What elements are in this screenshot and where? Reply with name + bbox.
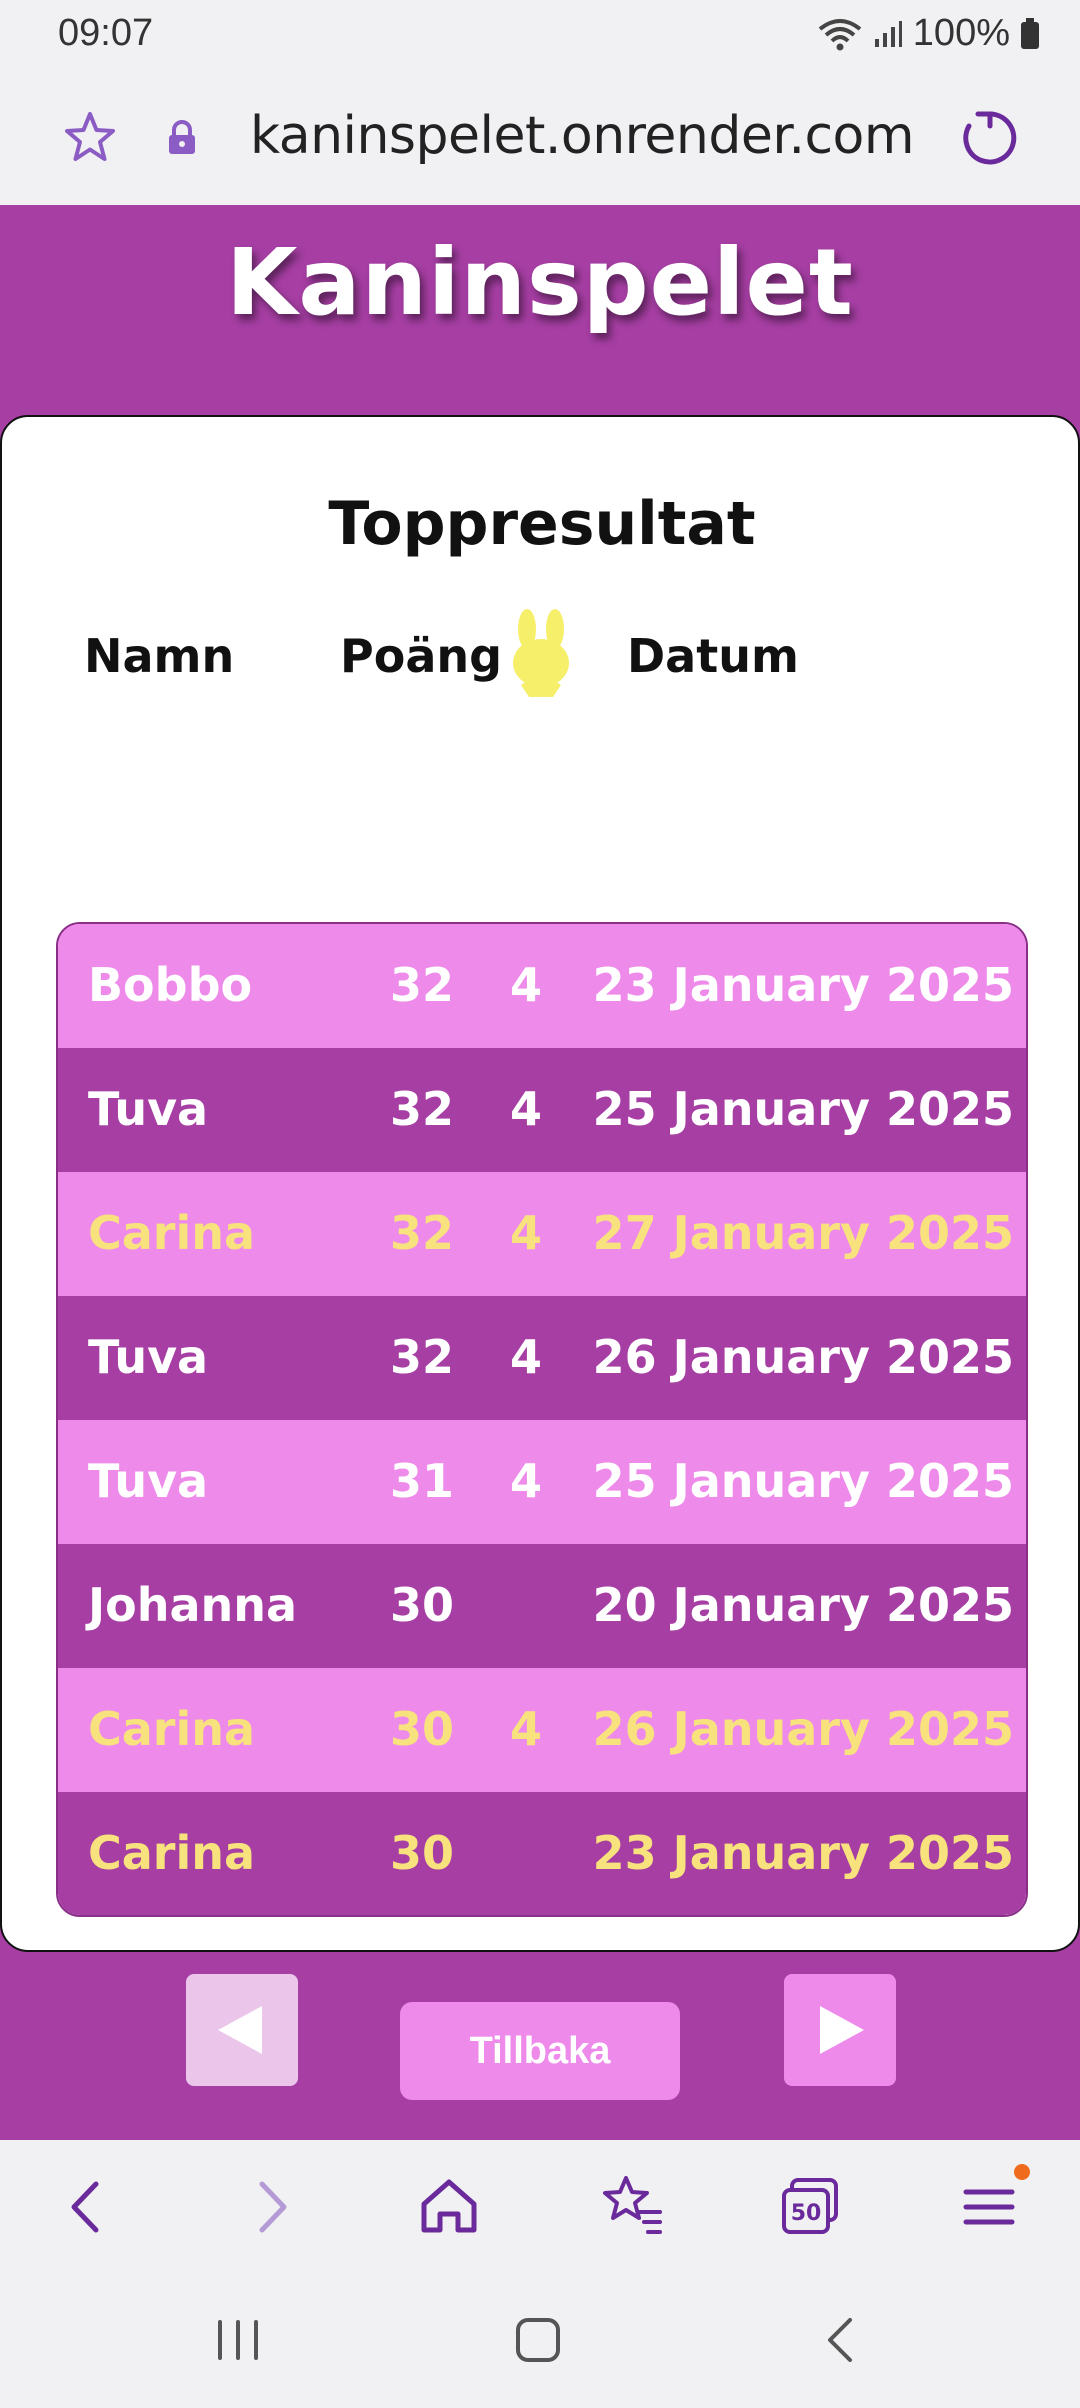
bookmark-star-icon[interactable] — [596, 2172, 666, 2242]
recents-icon[interactable] — [208, 2310, 268, 2374]
row-score: 30 — [390, 1702, 455, 1756]
column-header-score: Poäng — [340, 629, 503, 683]
table-row: Carina 30 4 26 January 2025 — [58, 1668, 1026, 1792]
row-date: 27 January 2025 — [592, 1206, 1014, 1260]
table-row: Bobbo 32 4 23 January 2025 — [58, 924, 1026, 1048]
status-time: 09:07 — [58, 12, 154, 54]
highscore-card: Toppresultat Namn Poäng Datum Bobbo 32 4… — [0, 415, 1080, 2086]
card-title: Toppresultat — [328, 489, 756, 559]
system-navigation — [0, 2270, 1080, 2408]
table-row: Tuva 32 4 26 January 2025 — [58, 1296, 1026, 1420]
url-field[interactable]: kaninspelet.onrender.com — [250, 106, 915, 166]
tab-count: 50 — [791, 2201, 822, 2226]
reload-icon[interactable] — [958, 106, 1022, 174]
status-indicators: 100% — [817, 12, 1040, 55]
row-date: 23 January 2025 — [592, 958, 1014, 1012]
row-name: Carina — [88, 1826, 256, 1880]
table-row: Tuva 32 4 25 January 2025 — [58, 1048, 1026, 1172]
home-icon[interactable] — [414, 2172, 484, 2242]
table-row: Tuva 31 4 25 January 2025 — [58, 1420, 1026, 1544]
row-rabbits: 4 — [510, 1082, 543, 1136]
row-date: 20 January 2025 — [592, 1578, 1014, 1632]
battery-percent: 100% — [912, 12, 1010, 54]
notification-dot — [1014, 2164, 1030, 2180]
row-name: Tuva — [88, 1330, 209, 1384]
row-rabbits: 4 — [510, 1702, 543, 1756]
row-score: 31 — [390, 1454, 455, 1508]
browser-toolbar: 50 — [0, 2140, 1080, 2270]
row-date: 25 January 2025 — [592, 1082, 1014, 1136]
row-date: 26 January 2025 — [592, 1702, 1014, 1756]
chevron-right-icon[interactable] — [236, 2172, 306, 2242]
row-rabbits: 4 — [510, 1206, 543, 1260]
results-table: Bobbo 32 4 23 January 2025 Tuva 32 4 25 … — [56, 922, 1028, 1917]
battery-icon — [1020, 17, 1040, 50]
row-date: 25 January 2025 — [592, 1454, 1014, 1508]
wifi-icon — [817, 17, 863, 51]
table-row: Carina 30 23 January 2025 — [58, 1792, 1026, 1915]
row-score: 32 — [390, 1330, 455, 1384]
star-icon[interactable] — [60, 108, 120, 172]
row-score: 32 — [390, 958, 455, 1012]
table-row: Carina 32 4 27 January 2025 — [58, 1172, 1026, 1296]
row-rabbits: 4 — [510, 958, 543, 1012]
row-date: 23 January 2025 — [592, 1826, 1014, 1880]
lock-icon[interactable] — [166, 120, 198, 160]
table-row: Johanna 30 20 January 2025 — [58, 1544, 1026, 1668]
column-header-name: Namn — [84, 629, 235, 683]
next-page-button[interactable] — [784, 1974, 896, 2086]
triangle-right-icon — [820, 2006, 864, 2054]
status-bar: 09:07 100% — [0, 0, 1080, 70]
row-rabbits: 4 — [510, 1454, 543, 1508]
home-square-icon[interactable] — [508, 2310, 568, 2374]
tabs-icon[interactable]: 50 — [776, 2172, 846, 2242]
row-name: Tuva — [88, 1082, 209, 1136]
row-rabbits: 4 — [510, 1330, 543, 1384]
chevron-left-icon[interactable] — [52, 2172, 122, 2242]
row-score: 32 — [390, 1206, 455, 1260]
row-score: 30 — [390, 1578, 455, 1632]
row-name: Bobbo — [88, 958, 253, 1012]
back-icon[interactable] — [812, 2310, 872, 2374]
row-score: 30 — [390, 1826, 455, 1880]
column-header-date: Datum — [627, 629, 799, 683]
row-name: Tuva — [88, 1454, 209, 1508]
url-bar: kaninspelet.onrender.com — [0, 70, 1080, 205]
row-name: Johanna — [88, 1578, 298, 1632]
page-content: Kaninspelet Toppresultat Namn Poäng Datu… — [0, 205, 1080, 2140]
bunny-icon — [507, 607, 575, 705]
row-date: 26 January 2025 — [592, 1330, 1014, 1384]
row-name: Carina — [88, 1702, 256, 1756]
row-name: Carina — [88, 1206, 256, 1260]
back-button[interactable]: Tillbaka — [400, 2002, 680, 2100]
row-score: 32 — [390, 1082, 455, 1136]
menu-icon[interactable] — [954, 2172, 1024, 2242]
signal-icon — [873, 19, 903, 49]
site-title: Kaninspelet — [226, 229, 854, 336]
